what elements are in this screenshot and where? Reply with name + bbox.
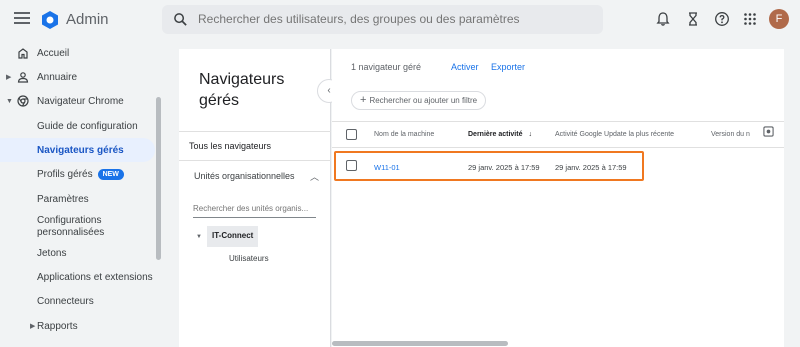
column-header-label: Dernière activité bbox=[468, 131, 523, 138]
sidebar-item-navigateurs-geres[interactable]: Navigateurs gérés bbox=[0, 138, 155, 162]
sidebar-item-label: Applications et extensions bbox=[37, 271, 153, 283]
admin-logo-icon bbox=[42, 11, 58, 29]
sidebar-item-label: Guide de configuration bbox=[37, 120, 138, 132]
sidebar: Accueil ▶ Annuaire ▼ Navigateur Chrome G… bbox=[0, 40, 161, 347]
sidebar-item-label: Accueil bbox=[37, 47, 70, 59]
sort-down-arrow-icon: ↓ bbox=[528, 131, 532, 138]
expand-arrow-icon[interactable]: ▶ bbox=[30, 322, 35, 330]
org-panel: Navigateurs gérés Tous les navigateurs U… bbox=[179, 49, 331, 347]
org-units-label: Unités organisationnelles bbox=[194, 171, 295, 181]
sidebar-scrollbar[interactable] bbox=[156, 97, 161, 260]
select-all-checkbox[interactable] bbox=[346, 129, 357, 140]
person-icon bbox=[17, 72, 29, 83]
sidebar-item-label: Rapports bbox=[37, 320, 78, 332]
tree-collapse-icon[interactable]: ▼ bbox=[196, 234, 202, 240]
table-header: Nom de la machine Dernière activité ↓ Ac… bbox=[332, 121, 784, 148]
highlight-box bbox=[334, 151, 644, 181]
column-header-machine[interactable]: Nom de la machine bbox=[374, 131, 434, 138]
search-icon bbox=[174, 13, 187, 26]
filter-label: Rechercher ou ajouter un filtre bbox=[369, 96, 478, 105]
app-title: Admin bbox=[66, 11, 109, 28]
sidebar-item-configurations-personnalisees[interactable]: Configurations personnalisées bbox=[0, 212, 155, 242]
chevron-left-icon: ‹ bbox=[327, 85, 331, 96]
avatar[interactable]: F bbox=[769, 9, 789, 29]
help-icon[interactable] bbox=[714, 11, 730, 27]
expand-arrow-icon[interactable]: ▶ bbox=[6, 73, 11, 81]
sidebar-item-navigateur-chrome[interactable]: ▼ Navigateur Chrome bbox=[0, 89, 155, 113]
table-row[interactable]: W11-01 29 janv. 2025 à 17:59 29 janv. 20… bbox=[332, 151, 784, 181]
plus-icon: + bbox=[360, 94, 367, 106]
managed-count: 1 navigateur géré bbox=[351, 62, 422, 72]
collapse-arrow-icon[interactable]: ▼ bbox=[6, 98, 13, 105]
chevron-up-icon[interactable]: ︿ bbox=[310, 170, 319, 183]
top-bar: Admin F bbox=[0, 0, 800, 40]
org-search-input[interactable] bbox=[193, 204, 316, 218]
sidebar-item-label: Profils gérés bbox=[37, 168, 93, 180]
search-input[interactable] bbox=[198, 12, 588, 26]
page-title: Navigateurs gérés bbox=[199, 71, 285, 109]
sidebar-item-profils-geres[interactable]: Profils gérés NEW bbox=[0, 162, 155, 186]
search-bar[interactable] bbox=[162, 5, 603, 34]
sidebar-item-rapports[interactable]: ▶ Rapports bbox=[0, 314, 155, 338]
sidebar-item-label: Jetons bbox=[37, 247, 67, 259]
activate-link[interactable]: Activer bbox=[451, 62, 479, 72]
tab-all-browsers[interactable]: Tous les navigateurs bbox=[179, 131, 331, 161]
org-tree-root[interactable]: IT-Connect bbox=[207, 226, 259, 247]
sidebar-item-guide-de-configuration[interactable]: Guide de configuration bbox=[0, 114, 155, 138]
column-header-google-update[interactable]: Activité Google Update la plus récente bbox=[555, 131, 674, 138]
apps-grid-icon[interactable] bbox=[742, 11, 758, 27]
sidebar-item-jetons[interactable]: Jetons bbox=[0, 241, 155, 265]
browsers-panel: 1 navigateur géré Activer Exporter + Rech… bbox=[332, 49, 784, 347]
sidebar-item-applications-et-extensions[interactable]: Applications et extensions bbox=[0, 265, 155, 289]
chrome-icon bbox=[17, 95, 29, 107]
sidebar-item-annuaire[interactable]: ▶ Annuaire bbox=[0, 65, 155, 89]
main-menu-icon[interactable] bbox=[14, 12, 30, 26]
sidebar-item-label: Paramètres bbox=[37, 193, 89, 205]
sidebar-item-accueil[interactable]: Accueil bbox=[0, 41, 155, 65]
column-settings-icon[interactable] bbox=[763, 126, 774, 137]
add-filter-button[interactable]: + Rechercher ou ajouter un filtre bbox=[351, 91, 487, 110]
column-header-version[interactable]: Version du n bbox=[711, 131, 750, 138]
sidebar-item-label: Navigateurs gérés bbox=[37, 144, 124, 156]
home-icon bbox=[18, 48, 28, 59]
sidebar-item-connecteurs[interactable]: Connecteurs bbox=[0, 289, 155, 313]
sidebar-item-parametres[interactable]: Paramètres bbox=[0, 187, 155, 211]
sidebar-item-label: Configurations personnalisées bbox=[37, 215, 105, 238]
column-header-last-activity[interactable]: Dernière activité ↓ bbox=[468, 131, 532, 138]
org-tree-child[interactable]: Utilisateurs bbox=[229, 254, 269, 263]
notifications-bell-icon[interactable] bbox=[655, 11, 671, 27]
sidebar-item-label: Annuaire bbox=[37, 71, 78, 83]
table-horizontal-scrollbar[interactable] bbox=[332, 341, 508, 346]
new-badge: NEW bbox=[97, 168, 124, 180]
sidebar-item-label: Navigateur Chrome bbox=[37, 95, 124, 107]
sidebar-item-label: Connecteurs bbox=[37, 295, 94, 307]
export-link[interactable]: Exporter bbox=[491, 62, 525, 72]
tasks-hourglass-icon[interactable] bbox=[685, 11, 701, 27]
